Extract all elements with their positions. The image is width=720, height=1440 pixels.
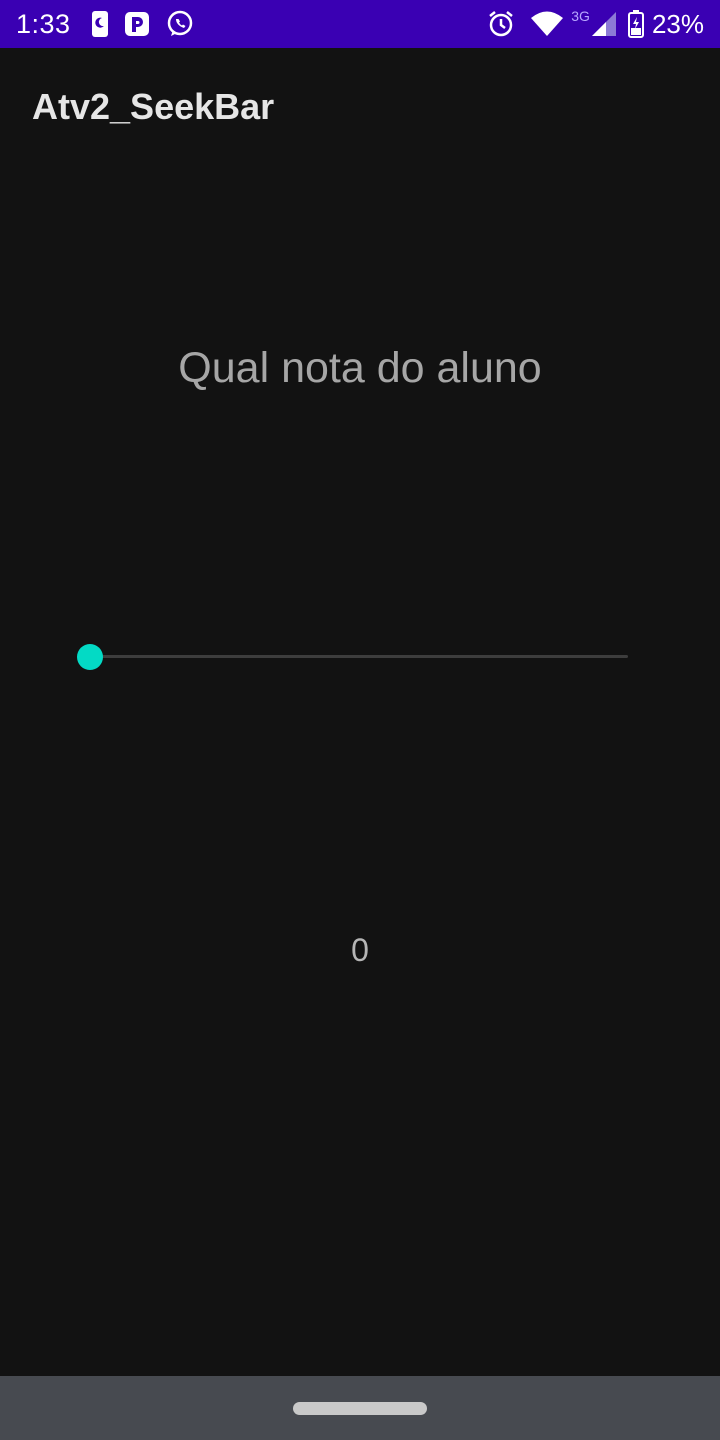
app-bar: Atv2_SeekBar: [0, 48, 720, 160]
seekbar-track[interactable]: [90, 655, 628, 658]
seekbar-thumb[interactable]: [77, 644, 103, 670]
status-time: 1:33: [16, 8, 71, 39]
battery-icon: [627, 10, 644, 38]
home-gesture-pill[interactable]: [293, 1402, 427, 1415]
battery-percent: 23%: [651, 8, 704, 39]
status-right-group: 3G 23%: [487, 8, 720, 40]
app-title: Atv2_SeekBar: [32, 86, 275, 127]
status-bar: 1:33 3G 23%: [0, 0, 720, 48]
alarm-icon: [487, 10, 515, 38]
navigation-bar: [0, 1376, 720, 1440]
status-left-group: 1:33: [0, 9, 211, 40]
network-type-label: 3G: [571, 8, 590, 24]
grade-seekbar[interactable]: [76, 640, 632, 674]
whatsapp-icon: [165, 9, 195, 39]
phone-moon-icon: [91, 10, 109, 38]
p-app-icon: [124, 10, 149, 38]
grade-value: 0: [351, 932, 369, 968]
wifi-icon: [531, 11, 564, 37]
question-label: Qual nota do aluno: [178, 344, 542, 392]
cell-signal-icon: [591, 12, 616, 36]
